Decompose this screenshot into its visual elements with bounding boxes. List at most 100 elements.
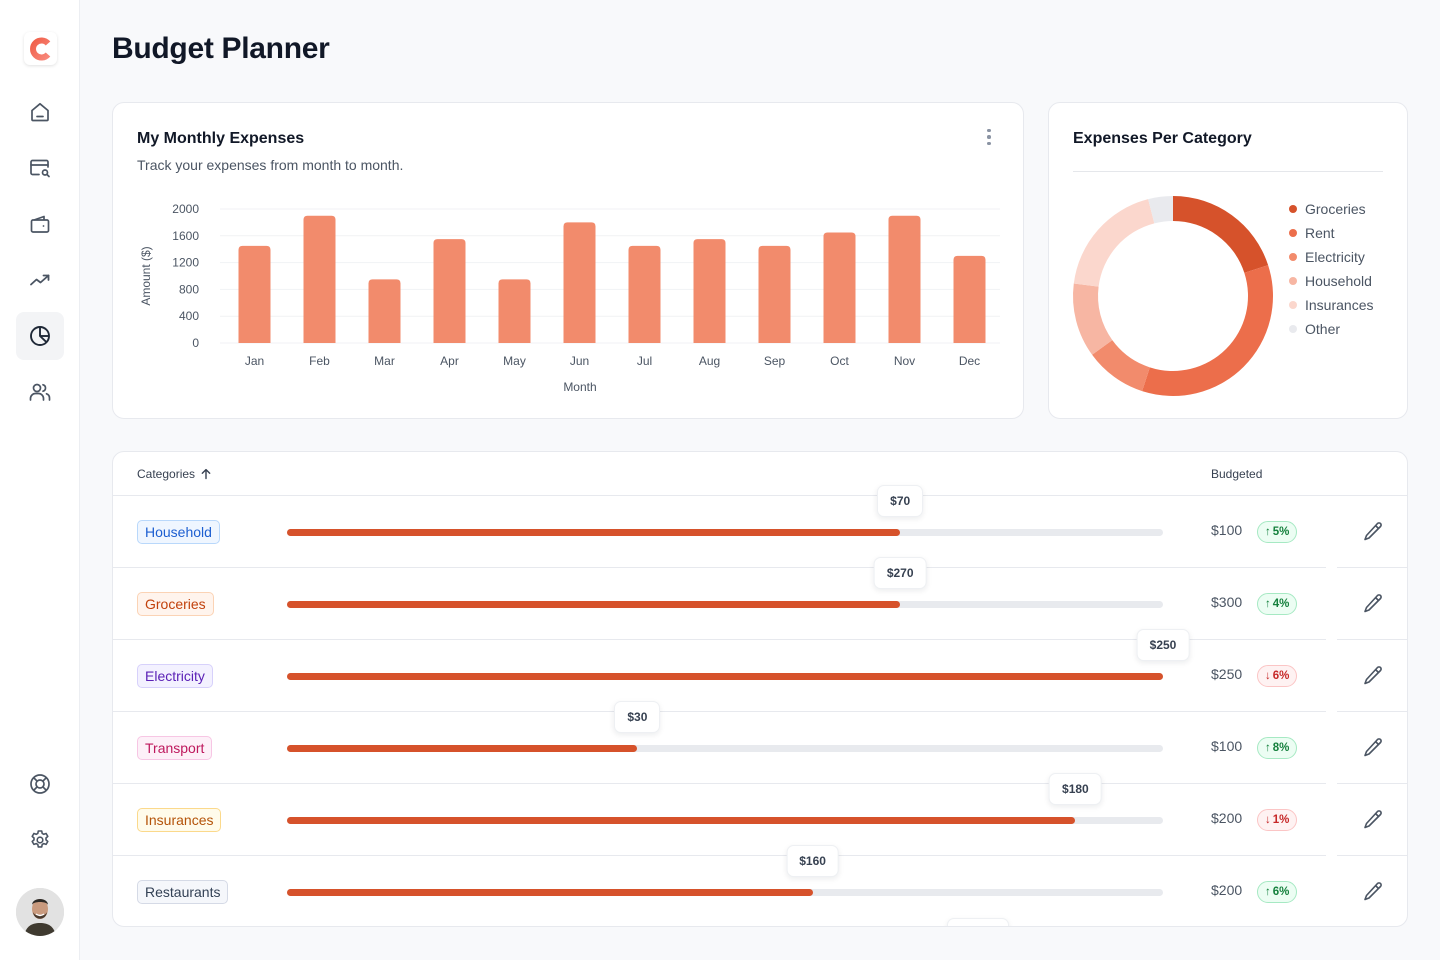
trend-arrow-down-icon: ↓ — [1265, 670, 1271, 682]
logo-icon — [29, 37, 50, 60]
spending-progress-fill — [287, 889, 813, 896]
legend-item[interactable]: Household — [1289, 269, 1373, 293]
sidebar-item-support[interactable] — [16, 760, 64, 808]
table-row: Groceries $270 $300 ↑ 4% — [113, 557, 1407, 640]
monthly-expenses-bar-chart: 0 400 800 1200 1600 2000 Jan Feb Mar Apr May Jun Ju… — [139, 202, 1000, 394]
edit-button[interactable] — [1361, 808, 1385, 832]
legend-label: Rent — [1305, 225, 1335, 241]
trend-arrow-up-icon: ↑ — [1265, 526, 1271, 538]
y-tick-label: 0 — [192, 336, 199, 350]
trending-up-icon — [30, 274, 50, 286]
bar-mar[interactable] — [368, 279, 401, 343]
x-tick-label: Aug — [699, 354, 720, 368]
edit-button[interactable] — [1361, 880, 1385, 904]
x-tick-label: Apr — [440, 354, 459, 368]
legend-label: Other — [1305, 321, 1341, 337]
category-tag[interactable]: Household — [137, 520, 220, 544]
spent-amount-tooltip: $160 — [786, 845, 839, 877]
categories-column-header[interactable]: Categories — [137, 467, 212, 481]
user-avatar[interactable] — [16, 888, 64, 936]
sidebar-item-wallet[interactable] — [16, 200, 64, 248]
sidebar-item-budget[interactable] — [16, 312, 64, 360]
bar-feb[interactable] — [303, 215, 336, 343]
legend-item[interactable]: Groceries — [1289, 197, 1373, 221]
x-tick-label: Sep — [764, 354, 786, 368]
trend-badge: ↑ 5% — [1257, 521, 1298, 543]
bar-jul[interactable] — [628, 245, 661, 343]
spending-progress-track: $160 — [287, 845, 1163, 896]
legend-dot — [1289, 277, 1297, 285]
pencil-icon — [1364, 522, 1382, 541]
table-row: Electricity $250 $250 ↓ 6% — [113, 629, 1407, 712]
x-axis-title: Month — [563, 380, 596, 394]
category-tag[interactable]: Transport — [137, 736, 213, 760]
edit-button[interactable] — [1361, 736, 1385, 760]
bar-apr[interactable] — [433, 239, 466, 343]
trend-percent: 4% — [1272, 598, 1290, 610]
category-tag[interactable]: Electricity — [137, 664, 213, 688]
category-tag[interactable]: Restaurants — [137, 880, 229, 904]
table-row: Insurances $180 $200 ↓ 1% — [113, 773, 1407, 856]
legend-item[interactable]: Insurances — [1289, 293, 1373, 317]
bar-nov[interactable] — [888, 215, 921, 343]
legend-label: Electricity — [1305, 249, 1365, 265]
trend-badge: ↓ 6% — [1257, 665, 1298, 687]
bar-oct[interactable] — [823, 232, 856, 343]
category-tag[interactable]: Groceries — [137, 592, 214, 616]
trend-percent: 8% — [1272, 742, 1290, 754]
donut-slice-rent[interactable] — [1142, 265, 1273, 396]
bar-sep[interactable] — [758, 245, 791, 343]
spending-progress-fill — [287, 817, 1076, 824]
pencil-icon — [1364, 666, 1382, 685]
legend-label: Household — [1305, 273, 1372, 289]
category-tag[interactable]: Insurances — [137, 808, 222, 832]
bar-jan[interactable] — [238, 245, 271, 343]
donut-slice-insurances[interactable] — [1073, 199, 1155, 287]
app-logo[interactable] — [24, 32, 57, 65]
y-axis-title: Amount ($) — [139, 246, 153, 305]
trend-badge: ↑ 8% — [1257, 737, 1298, 759]
y-tick-label: 800 — [179, 282, 199, 296]
bar-dec[interactable] — [953, 255, 986, 343]
budgeted-amount: $100 — [1211, 738, 1243, 754]
spending-progress-fill — [287, 673, 1163, 680]
sidebar-item-users[interactable] — [16, 368, 64, 416]
trend-percent: 5% — [1272, 526, 1290, 538]
avatar-image — [16, 888, 64, 936]
budgeted-amount: $200 — [1211, 810, 1243, 826]
bar-jun[interactable] — [563, 222, 596, 343]
x-tick-label: Jul — [637, 354, 652, 368]
bar-aug[interactable] — [693, 239, 726, 343]
edit-button[interactable] — [1361, 520, 1385, 544]
x-tick-label: Jun — [570, 354, 589, 368]
expenses-per-category-card: Expenses Per Category Groceries Rent Elect… — [1048, 102, 1408, 419]
edit-button[interactable] — [1361, 592, 1385, 616]
edit-button[interactable] — [1361, 664, 1385, 688]
trend-percent: 1% — [1272, 814, 1290, 826]
sidebar — [0, 0, 80, 960]
legend-item[interactable]: Rent — [1289, 221, 1373, 245]
spent-amount-tooltip: $270 — [873, 557, 927, 589]
legend-item[interactable]: Other — [1289, 317, 1373, 341]
category-donut-chart — [1073, 196, 1273, 396]
legend-item[interactable]: Electricity — [1289, 245, 1373, 269]
spent-amount-tooltip: $30 — [614, 701, 661, 733]
sidebar-item-trends[interactable] — [16, 256, 64, 304]
legend-label: Groceries — [1305, 201, 1366, 217]
donut-slice-groceries[interactable] — [1173, 196, 1269, 273]
spent-amount-tooltip: $180 — [1049, 773, 1102, 805]
x-tick-label: Jan — [245, 354, 264, 368]
sidebar-item-settings[interactable] — [16, 816, 64, 864]
budgeted-column-header: Budgeted — [1211, 467, 1263, 481]
bar-may[interactable] — [498, 279, 531, 343]
x-tick-label: Oct — [830, 354, 849, 368]
legend-dot — [1289, 301, 1297, 309]
sidebar-item-transactions[interactable] — [16, 144, 64, 192]
sidebar-item-home[interactable] — [16, 88, 64, 136]
lifebuoy-icon — [30, 774, 50, 794]
budgeted-amount: $250 — [1211, 666, 1243, 682]
users-icon — [29, 383, 51, 401]
spending-progress-track: $250 — [287, 629, 1190, 680]
donut-slice-household[interactable] — [1073, 283, 1113, 355]
x-tick-label: Dec — [959, 354, 980, 368]
